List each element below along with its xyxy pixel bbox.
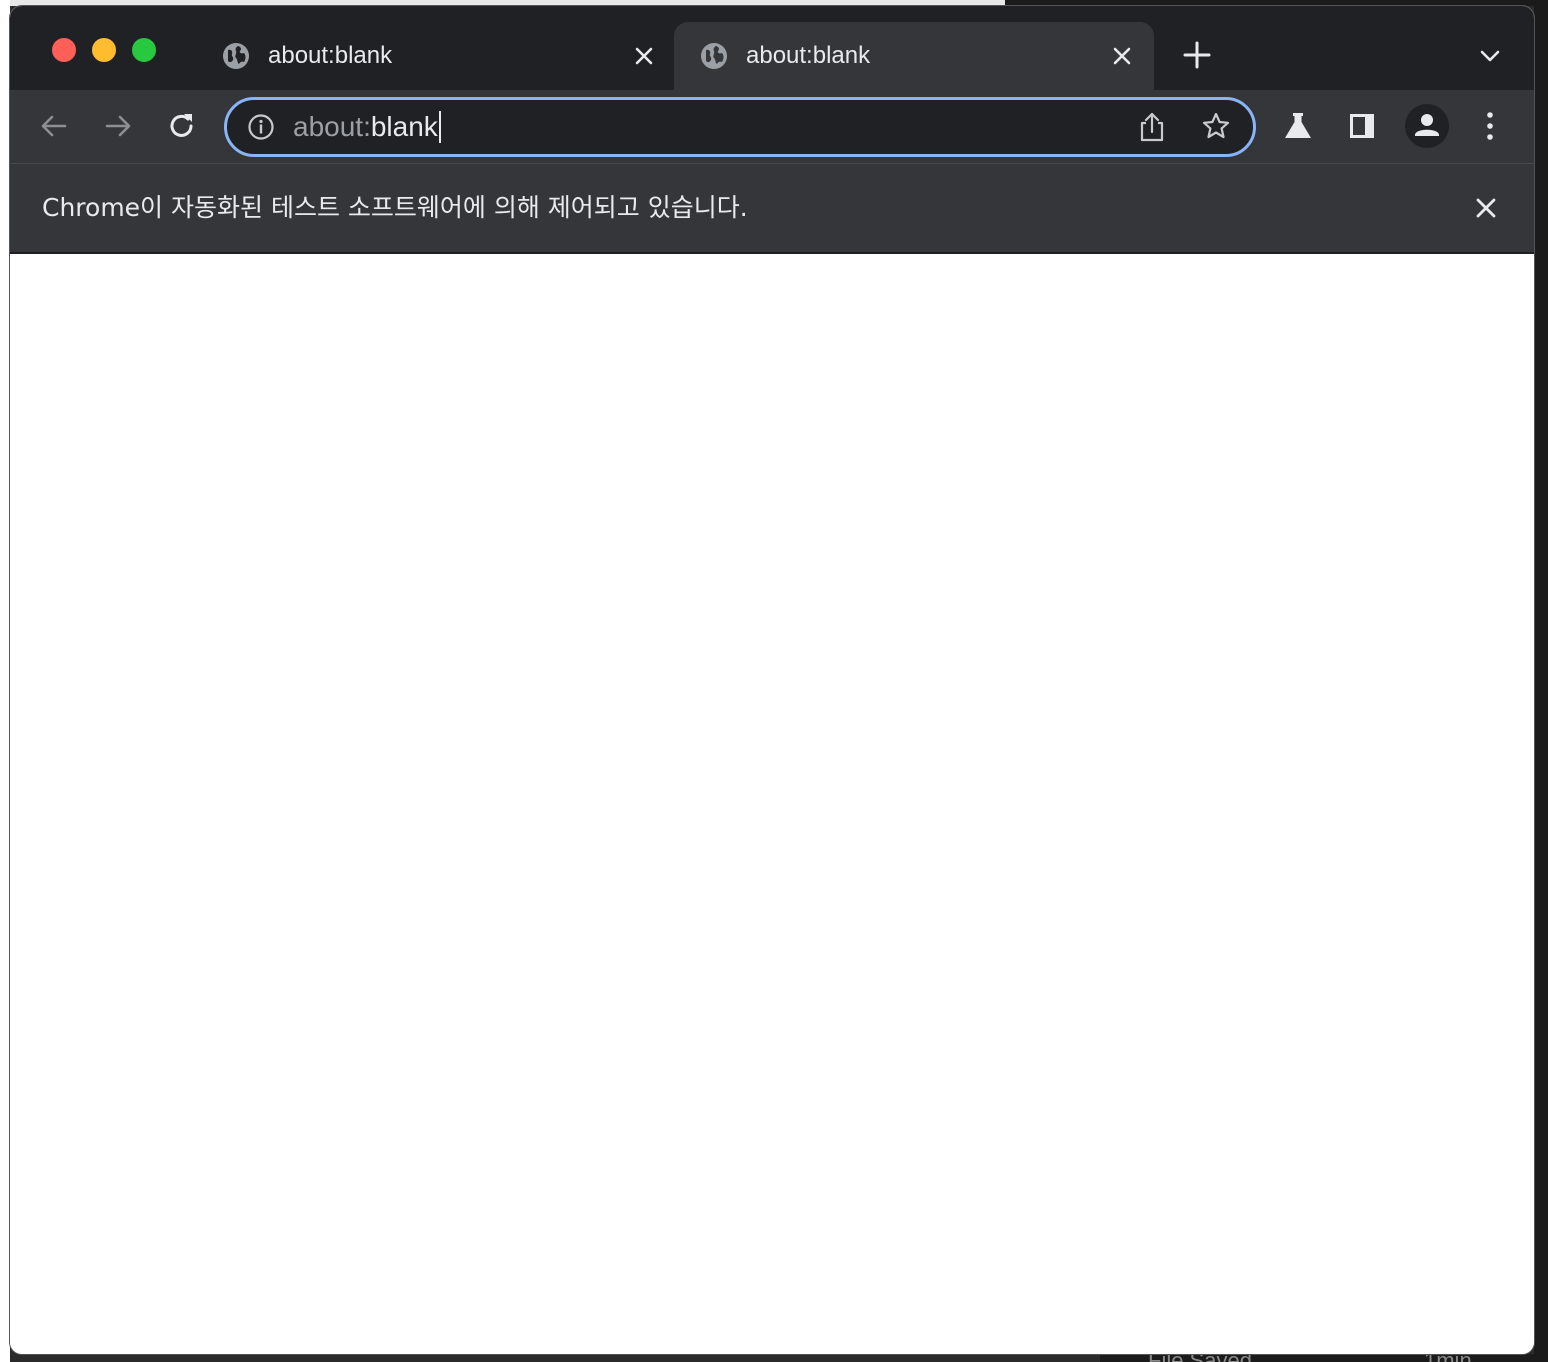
side-panel-icon[interactable] — [1346, 110, 1378, 142]
background-status-text: File Saved — [1148, 1354, 1252, 1362]
close-infobar-icon[interactable] — [1472, 194, 1500, 222]
automation-infobar: Chrome이 자동화된 테스트 소프트웨어에 의해 제어되고 있습니다. — [10, 164, 1534, 254]
reload-icon[interactable] — [166, 110, 198, 142]
browser-window: about:blank about:blank about:blank Chro… — [10, 6, 1534, 1354]
infobar-message: Chrome이 자동화된 테스트 소프트웨어에 의해 제어되고 있습니다. — [42, 193, 748, 222]
desktop-background-right — [1534, 0, 1548, 1362]
more-menu-icon[interactable] — [1474, 110, 1506, 142]
tab-title: about:blank — [746, 42, 871, 69]
url-scheme: about: — [293, 111, 371, 142]
url-host: blank — [370, 111, 438, 142]
labs-flask-icon[interactable] — [1282, 110, 1314, 142]
close-tab-icon[interactable] — [630, 42, 658, 70]
page-content[interactable] — [10, 254, 1534, 1354]
new-tab-plus-icon[interactable] — [1182, 40, 1212, 70]
tab-1[interactable]: about:blank — [196, 22, 676, 90]
forward-arrow-icon[interactable] — [102, 110, 134, 142]
close-window-button[interactable] — [52, 38, 76, 62]
background-status-time: 1min — [1424, 1354, 1472, 1362]
back-arrow-icon[interactable] — [38, 110, 70, 142]
toolbar: about:blank — [10, 90, 1534, 164]
tab-strip: about:blank about:blank — [10, 6, 1534, 90]
fullscreen-window-button[interactable] — [132, 38, 156, 62]
profile-avatar-icon[interactable] — [1404, 103, 1450, 149]
globe-icon — [222, 42, 250, 70]
tab-search-chevron-down-icon[interactable] — [1476, 42, 1504, 70]
url-text[interactable]: about:blank — [293, 111, 441, 143]
minimize-window-button[interactable] — [92, 38, 116, 62]
tab-2[interactable]: about:blank — [674, 22, 1154, 90]
close-tab-icon[interactable] — [1108, 42, 1136, 70]
globe-icon — [700, 42, 728, 70]
site-info-icon[interactable] — [247, 113, 275, 141]
text-caret — [438, 111, 441, 143]
tab-title: about:blank — [268, 42, 393, 69]
share-icon[interactable] — [1137, 111, 1167, 143]
background-status-strip: File Saved 1min — [1100, 1354, 1548, 1362]
address-bar[interactable]: about:blank — [224, 97, 1256, 157]
bookmark-star-icon[interactable] — [1201, 111, 1231, 141]
background-editor-edge — [0, 0, 10, 1362]
